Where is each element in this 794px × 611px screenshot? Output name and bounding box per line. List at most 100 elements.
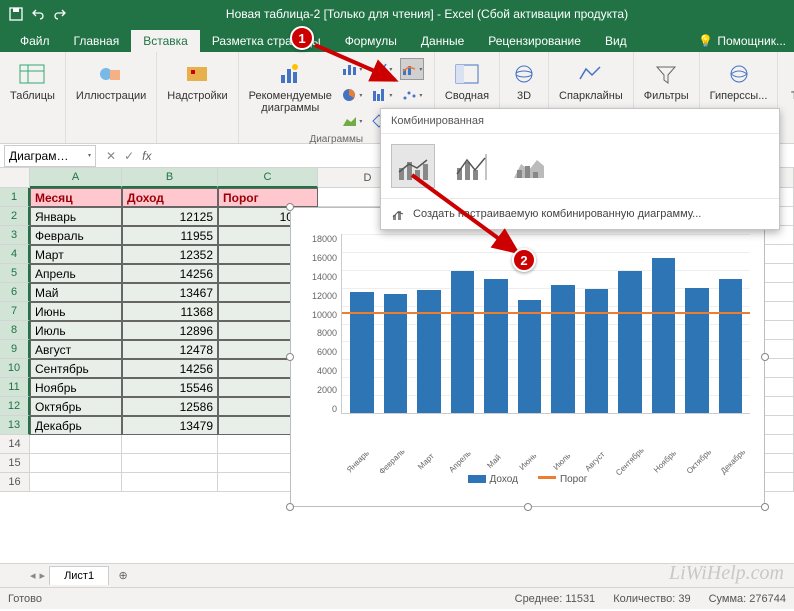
sheet-nav-next[interactable]: ▸	[40, 569, 46, 582]
row-header[interactable]: 9	[0, 340, 30, 359]
row-header[interactable]: 11	[0, 378, 30, 397]
row-header[interactable]: 15	[0, 454, 30, 473]
tab-review[interactable]: Рецензирование	[476, 30, 593, 52]
confirm-icon[interactable]: ✓	[124, 149, 134, 163]
status-count: Количество: 39	[613, 593, 690, 605]
title-bar: Новая таблица-2 [Только для чтения] - Ex…	[0, 0, 794, 28]
watermark: LiWiHelp.com	[669, 562, 784, 585]
x-axis-label: Июнь	[512, 446, 542, 476]
table-cell[interactable]	[122, 473, 218, 492]
x-axis-label: Апрель	[445, 446, 475, 476]
shapes-icon	[97, 60, 125, 88]
table-cell[interactable]: 12352	[122, 245, 218, 264]
chart-bar	[518, 300, 542, 413]
table-cell[interactable]: 13467	[122, 283, 218, 302]
text-button[interactable]: AТекс	[784, 58, 794, 104]
tab-data[interactable]: Данные	[409, 30, 476, 52]
row-header[interactable]: 3	[0, 226, 30, 245]
table-cell[interactable]: Сентябрь	[30, 359, 122, 378]
table-cell[interactable]: Март	[30, 245, 122, 264]
table-cell[interactable]	[30, 473, 122, 492]
row-header[interactable]: 14	[0, 435, 30, 454]
table-cell[interactable]	[122, 435, 218, 454]
row-header[interactable]: 16	[0, 473, 30, 492]
sheet-nav-prev[interactable]: ◂	[30, 569, 36, 582]
callout-1: 1	[290, 26, 314, 50]
table-cell[interactable]: 12125	[122, 207, 218, 226]
illustrations-button[interactable]: Иллюстрации	[72, 58, 150, 104]
table-cell[interactable]	[30, 435, 122, 454]
tab-home[interactable]: Главная	[62, 30, 132, 52]
col-header-C[interactable]: C	[218, 168, 318, 188]
table-cell[interactable]: Апрель	[30, 264, 122, 283]
status-ready: Готово	[8, 593, 42, 605]
table-cell[interactable]: Август	[30, 340, 122, 359]
row-header[interactable]: 8	[0, 321, 30, 340]
3d-button[interactable]: 3D	[506, 58, 542, 104]
addin-icon	[183, 60, 211, 88]
table-cell[interactable]: 12478	[122, 340, 218, 359]
tab-insert[interactable]: Вставка	[131, 30, 200, 52]
table-cell[interactable]: 14256	[122, 264, 218, 283]
x-axis-label: Июль	[546, 446, 576, 476]
x-axis-label: Март	[411, 446, 441, 476]
name-box[interactable]: Диаграм…▾	[4, 145, 96, 167]
tab-file[interactable]: Файл	[8, 30, 62, 52]
chart-bar	[417, 290, 441, 413]
table-cell[interactable]: 11955	[122, 226, 218, 245]
save-icon[interactable]	[8, 6, 24, 22]
table-cell[interactable]: Месяц	[30, 188, 122, 207]
table-cell[interactable]: Январь	[30, 207, 122, 226]
row-header[interactable]: 2	[0, 207, 30, 226]
chart-bar	[451, 271, 475, 413]
table-cell[interactable]: Доход	[122, 188, 218, 207]
row-header[interactable]: 7	[0, 302, 30, 321]
x-axis-label: Декабрь	[718, 446, 748, 476]
row-header[interactable]: 12	[0, 397, 30, 416]
table-cell[interactable]: Ноябрь	[30, 378, 122, 397]
area-chart-btn[interactable]: ▾	[340, 110, 364, 132]
table-cell[interactable]: 13479	[122, 416, 218, 435]
hyperlink-button[interactable]: Гиперссы...	[706, 58, 772, 104]
row-header[interactable]: 13	[0, 416, 30, 435]
tables-button[interactable]: Таблицы	[6, 58, 59, 104]
select-all-corner[interactable]	[0, 168, 30, 188]
custom-chart-icon	[391, 207, 407, 221]
redo-icon[interactable]	[52, 6, 68, 22]
table-cell[interactable]: Май	[30, 283, 122, 302]
table-cell[interactable]	[122, 454, 218, 473]
undo-icon[interactable]	[30, 6, 46, 22]
addins-button[interactable]: Надстройки	[163, 58, 231, 104]
row-header[interactable]: 6	[0, 283, 30, 302]
x-axis-label: Февраль	[377, 446, 407, 476]
table-cell[interactable]: Февраль	[30, 226, 122, 245]
row-header[interactable]: 4	[0, 245, 30, 264]
filters-button[interactable]: Фильтры	[640, 58, 693, 104]
row-header[interactable]: 1	[0, 188, 30, 207]
table-cell[interactable]: Порог	[218, 188, 318, 207]
table-cell[interactable]: 15546	[122, 378, 218, 397]
link-icon	[725, 60, 753, 88]
row-header[interactable]: 5	[0, 264, 30, 283]
sheet-tab-1[interactable]: Лист1	[49, 566, 109, 585]
tab-view[interactable]: Вид	[593, 30, 639, 52]
col-header-B[interactable]: B	[122, 168, 218, 188]
sparklines-button[interactable]: Спарклайны	[555, 58, 627, 104]
table-cell[interactable]: 12586	[122, 397, 218, 416]
table-cell[interactable]	[30, 454, 122, 473]
table-cell[interactable]: Октябрь	[30, 397, 122, 416]
table-cell[interactable]: Июнь	[30, 302, 122, 321]
table-cell[interactable]: Декабрь	[30, 416, 122, 435]
table-cell[interactable]: Июль	[30, 321, 122, 340]
row-header[interactable]: 10	[0, 359, 30, 378]
pivot-button[interactable]: Сводная	[441, 58, 493, 104]
table-cell[interactable]: 11368	[122, 302, 218, 321]
chart-bar	[484, 279, 508, 413]
table-cell[interactable]: 14256	[122, 359, 218, 378]
fx-icon[interactable]: fx	[142, 149, 151, 163]
col-header-A[interactable]: A	[30, 168, 122, 188]
table-cell[interactable]: 12896	[122, 321, 218, 340]
cancel-icon[interactable]: ✕	[106, 149, 116, 163]
help-box[interactable]: 💡Помощник...	[690, 30, 794, 52]
add-sheet-button[interactable]: ⊕	[113, 566, 133, 586]
